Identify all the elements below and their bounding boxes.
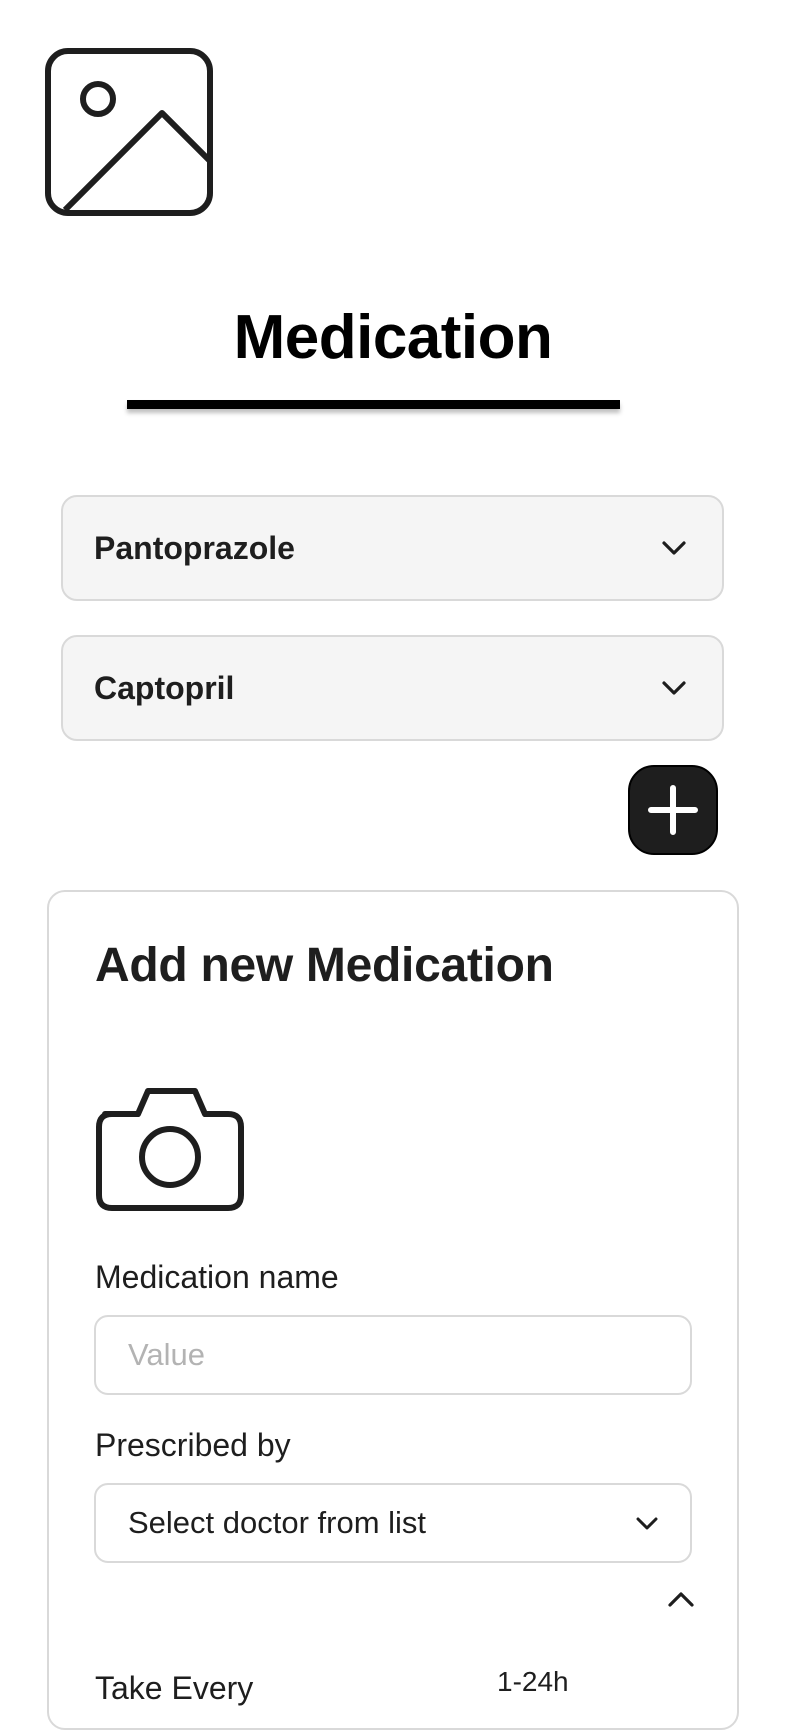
medication-name-label: Medication name (95, 1259, 339, 1295)
chevron-down-icon (662, 681, 686, 695)
page-title: Medication (233, 303, 553, 372)
title-underline (127, 400, 620, 409)
medication-item-label: Captopril (94, 669, 235, 706)
prescribed-by-value: Select doctor from list (128, 1505, 427, 1540)
chevron-down-icon (662, 541, 686, 555)
plus-icon (648, 785, 698, 835)
medication-item-pantoprazole[interactable]: Pantoprazole (61, 495, 724, 601)
take-every-label: Take Every (95, 1670, 254, 1706)
image-placeholder-icon (45, 48, 213, 216)
prescribed-by-label: Prescribed by (95, 1427, 291, 1463)
form-heading: Add new Medication (95, 939, 554, 992)
camera-icon[interactable] (95, 1088, 245, 1213)
chevron-down-icon (636, 1517, 658, 1530)
medication-name-input[interactable] (94, 1315, 692, 1395)
take-every-range-hint: 1-24h (497, 1666, 569, 1697)
add-medication-form (47, 890, 739, 1730)
chevron-up-icon[interactable] (664, 1582, 698, 1616)
medication-item-label: Pantoprazole (94, 529, 295, 566)
medication-item-captopril[interactable]: Captopril (61, 635, 724, 741)
add-medication-button[interactable] (628, 765, 718, 855)
prescribed-by-select[interactable]: Select doctor from list (94, 1483, 692, 1563)
